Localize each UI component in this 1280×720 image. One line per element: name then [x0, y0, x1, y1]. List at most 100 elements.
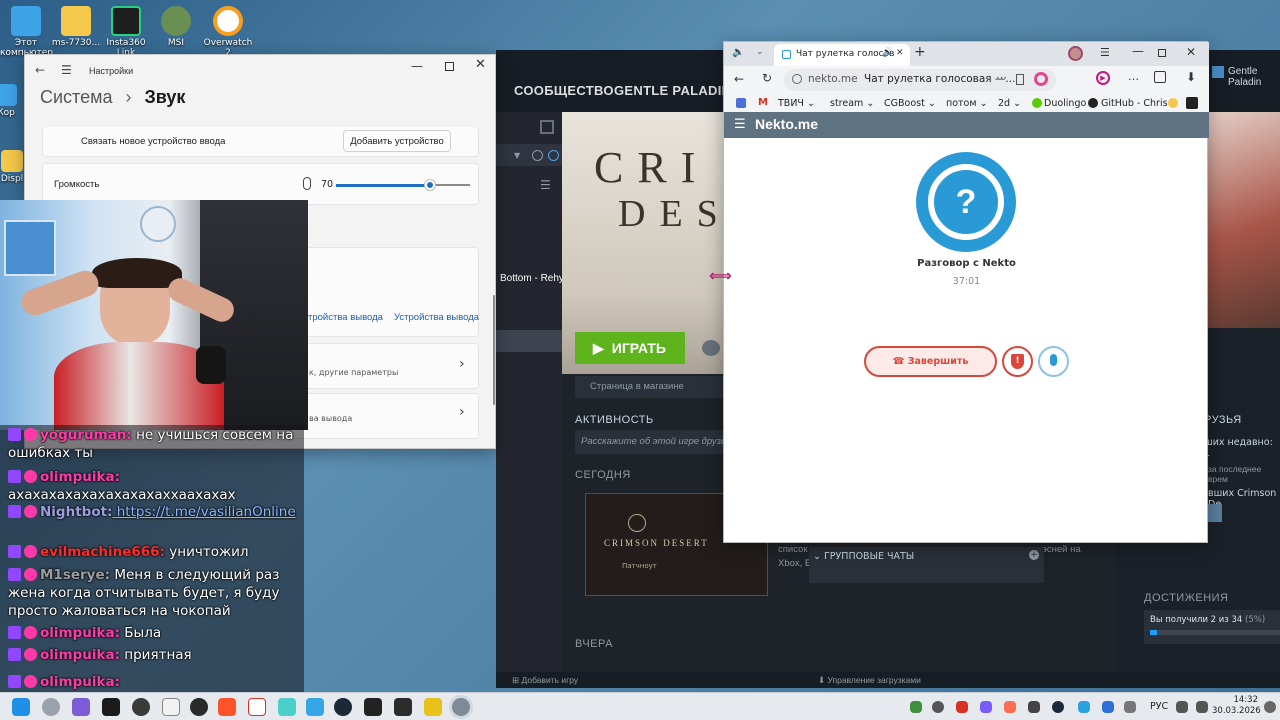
tray-icon[interactable] — [1028, 701, 1040, 713]
volume-thumb[interactable] — [424, 180, 435, 190]
selected-game-row[interactable] — [496, 330, 562, 352]
yandex-icon[interactable] — [248, 698, 266, 716]
back-arrow-icon[interactable]: ← — [35, 63, 45, 77]
reload-icon[interactable]: ↻ — [762, 71, 772, 85]
chevron-up-icon[interactable] — [1124, 701, 1136, 713]
close-button[interactable]: ✕ — [1186, 45, 1196, 59]
more-icon[interactable]: ⋯ — [996, 71, 1007, 84]
speaker-icon[interactable]: 🔈 — [732, 47, 744, 58]
search-icon[interactable] — [42, 698, 60, 716]
now-playing-label[interactable]: Bottom - Rehy — [496, 268, 562, 290]
desktop-icon-msi[interactable]: MSI — [150, 2, 202, 48]
telegram-icon[interactable] — [1078, 701, 1090, 713]
steam-icon[interactable] — [334, 698, 352, 716]
activity-input[interactable]: Расскажите об этой игре друзь — [575, 430, 726, 454]
tray-icon[interactable] — [1052, 701, 1064, 713]
download-icon[interactable]: ⬇ — [1186, 70, 1196, 84]
output-link-2[interactable]: Устройства вывода — [394, 312, 479, 323]
desktop-icon-this-pc[interactable]: Этот компьютер — [0, 2, 53, 58]
tray-icon[interactable] — [980, 701, 992, 713]
nav-profile[interactable]: GENTLE PALADIN — [614, 83, 731, 98]
site-info-icon[interactable] — [792, 74, 802, 84]
browser-menu-icon[interactable]: ☰ — [1100, 46, 1110, 59]
more-icon[interactable]: … — [1128, 70, 1139, 83]
app-icon[interactable] — [162, 698, 180, 716]
browser-tab[interactable]: Чат рулетка голосов 🔊 ✕ — [774, 44, 910, 66]
desktop-icon-overwatch[interactable]: Overwatch 2 — [202, 2, 254, 58]
app-icon[interactable] — [278, 698, 296, 716]
bookmark-github[interactable]: GitHub - Chris — [1101, 98, 1173, 109]
language-indicator[interactable]: РУС — [1150, 701, 1168, 712]
bookmark-2d[interactable]: 2d ⌄ — [998, 98, 1021, 109]
add-game-button[interactable]: ⊞ Добавить игру — [512, 675, 578, 686]
microphone-button[interactable] — [1038, 346, 1069, 377]
bookmark-icon[interactable] — [1016, 74, 1024, 85]
grid-view-icon[interactable] — [540, 120, 554, 134]
bluetooth-icon[interactable] — [1102, 701, 1114, 713]
tab-close-icon[interactable]: ✕ — [896, 48, 904, 58]
user-name[interactable]: Gentle Paladin — [1228, 66, 1280, 88]
filter-icon[interactable]: ☰ — [540, 178, 551, 192]
user-avatar[interactable] — [1212, 66, 1224, 78]
achievements-box[interactable]: Вы получили 2 из 34 (5%) — [1144, 610, 1280, 644]
extension-icon[interactable] — [1186, 97, 1198, 109]
bookmark-potom[interactable]: потом ⌄ — [946, 98, 988, 109]
minimize-button[interactable]: — — [1132, 44, 1144, 58]
back-arrow-icon[interactable]: ← — [734, 72, 744, 86]
store-page-link[interactable]: Страница в магазине — [590, 381, 684, 392]
downloads-button[interactable]: ⬇ Управление загрузками — [818, 675, 921, 686]
app-icon[interactable] — [102, 698, 120, 716]
breadcrumb-parent[interactable]: Система — [40, 87, 113, 107]
play-circle-icon[interactable] — [548, 150, 559, 161]
bookmark-twitch[interactable]: ТВИЧ ⌄ — [778, 98, 815, 109]
chevron-down-icon[interactable]: ▼ — [514, 151, 520, 160]
extension-icon[interactable] — [1168, 98, 1178, 108]
settings-icon[interactable] — [452, 698, 470, 716]
maximize-button[interactable] — [445, 62, 454, 71]
hamburger-menu-icon[interactable]: ☰ — [734, 117, 746, 132]
report-button[interactable]: ! — [1002, 346, 1033, 377]
url-field[interactable]: nekto.me Чат рулетка голосовая —... ⋯ — [784, 69, 1056, 91]
add-chat-icon[interactable]: + — [1029, 550, 1039, 560]
nav-community[interactable]: СООБЩЕСТВО — [514, 83, 614, 98]
brave-icon[interactable] — [218, 698, 236, 716]
app-icon[interactable] — [132, 698, 150, 716]
site-name[interactable]: Nekto.me — [755, 116, 818, 132]
new-tab-button[interactable]: + — [914, 44, 926, 60]
profile-avatar[interactable] — [1068, 46, 1083, 61]
end-call-button[interactable]: ☎ Завершить — [864, 346, 997, 377]
app-icon[interactable] — [306, 698, 324, 716]
bookmark-cgboost[interactable]: CGBoost ⌄ — [884, 98, 936, 109]
volume-icon[interactable] — [1196, 701, 1208, 713]
collections-icon[interactable] — [1154, 71, 1166, 83]
bookmarks-app-icon[interactable] — [736, 98, 746, 108]
tab-audio-icon[interactable]: 🔊 — [882, 48, 893, 58]
minimize-button[interactable]: — — [411, 59, 423, 73]
desktop-icon-left-1[interactable]: Кор — [0, 80, 26, 118]
network-icon[interactable] — [1176, 701, 1188, 713]
tray-icon[interactable] — [932, 701, 944, 713]
bookmark-duolingo[interactable]: Duolingo — [1044, 98, 1086, 109]
chevron-down-icon[interactable]: ⌄ — [756, 47, 764, 57]
close-button[interactable]: ✕ — [475, 57, 486, 72]
epic-icon[interactable] — [364, 698, 382, 716]
output-link-1[interactable]: тройства вывода — [308, 312, 383, 323]
maximize-button[interactable] — [1158, 49, 1166, 57]
microphone-icon[interactable] — [303, 177, 311, 190]
terminal-icon[interactable] — [394, 698, 412, 716]
notification-icon[interactable] — [1264, 701, 1276, 713]
start-icon[interactable] — [12, 698, 30, 716]
friend-avatar[interactable] — [1208, 504, 1222, 522]
tray-icon[interactable] — [910, 701, 922, 713]
play-button[interactable]: ▶ ИГРАТЬ — [575, 332, 685, 364]
gmail-icon[interactable]: M — [758, 97, 768, 108]
desktop-icon-folder[interactable]: ms-7730... — [50, 2, 102, 48]
media-play-icon[interactable]: ▶ — [1096, 71, 1110, 85]
volume-slider[interactable] — [336, 180, 470, 190]
add-device-button[interactable]: Добавить устройство — [343, 130, 451, 152]
clock-icon[interactable] — [532, 150, 543, 161]
clock[interactable]: 14:32 30.03.2026 — [1212, 695, 1261, 717]
menu-icon[interactable]: ☰ — [61, 63, 72, 77]
app-icon[interactable] — [424, 698, 442, 716]
app-icon[interactable] — [190, 698, 208, 716]
